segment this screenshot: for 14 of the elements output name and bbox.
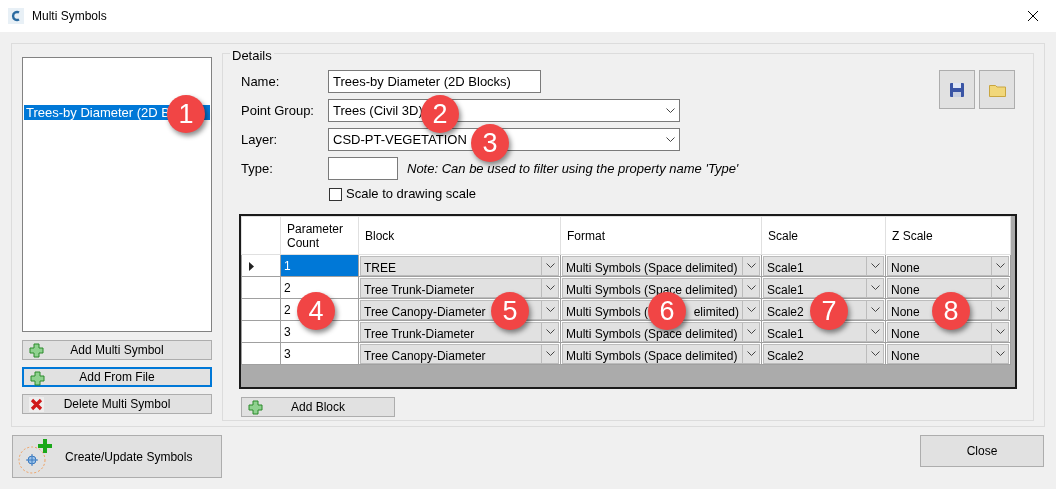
column-header: Parameter Count xyxy=(280,216,359,255)
column-header: Scale xyxy=(761,216,886,255)
field-label: Point Group: xyxy=(241,101,315,120)
window-title: Multi Symbols xyxy=(32,8,107,25)
checkbox-label: Scale to drawing scale xyxy=(346,185,477,204)
callout-tooltip: 2 xyxy=(421,95,459,133)
column-header: Block xyxy=(358,216,561,255)
field-label: Type: xyxy=(241,159,274,178)
callout-tooltip: 3 xyxy=(471,124,509,162)
column-header: Format xyxy=(560,216,762,255)
field-label: Name: xyxy=(241,72,281,91)
column-header: Z Scale xyxy=(885,216,1011,255)
note-text: Note: Can be used to filter using the property name 'Type' xyxy=(407,159,739,178)
field-label: Layer: xyxy=(241,130,279,149)
